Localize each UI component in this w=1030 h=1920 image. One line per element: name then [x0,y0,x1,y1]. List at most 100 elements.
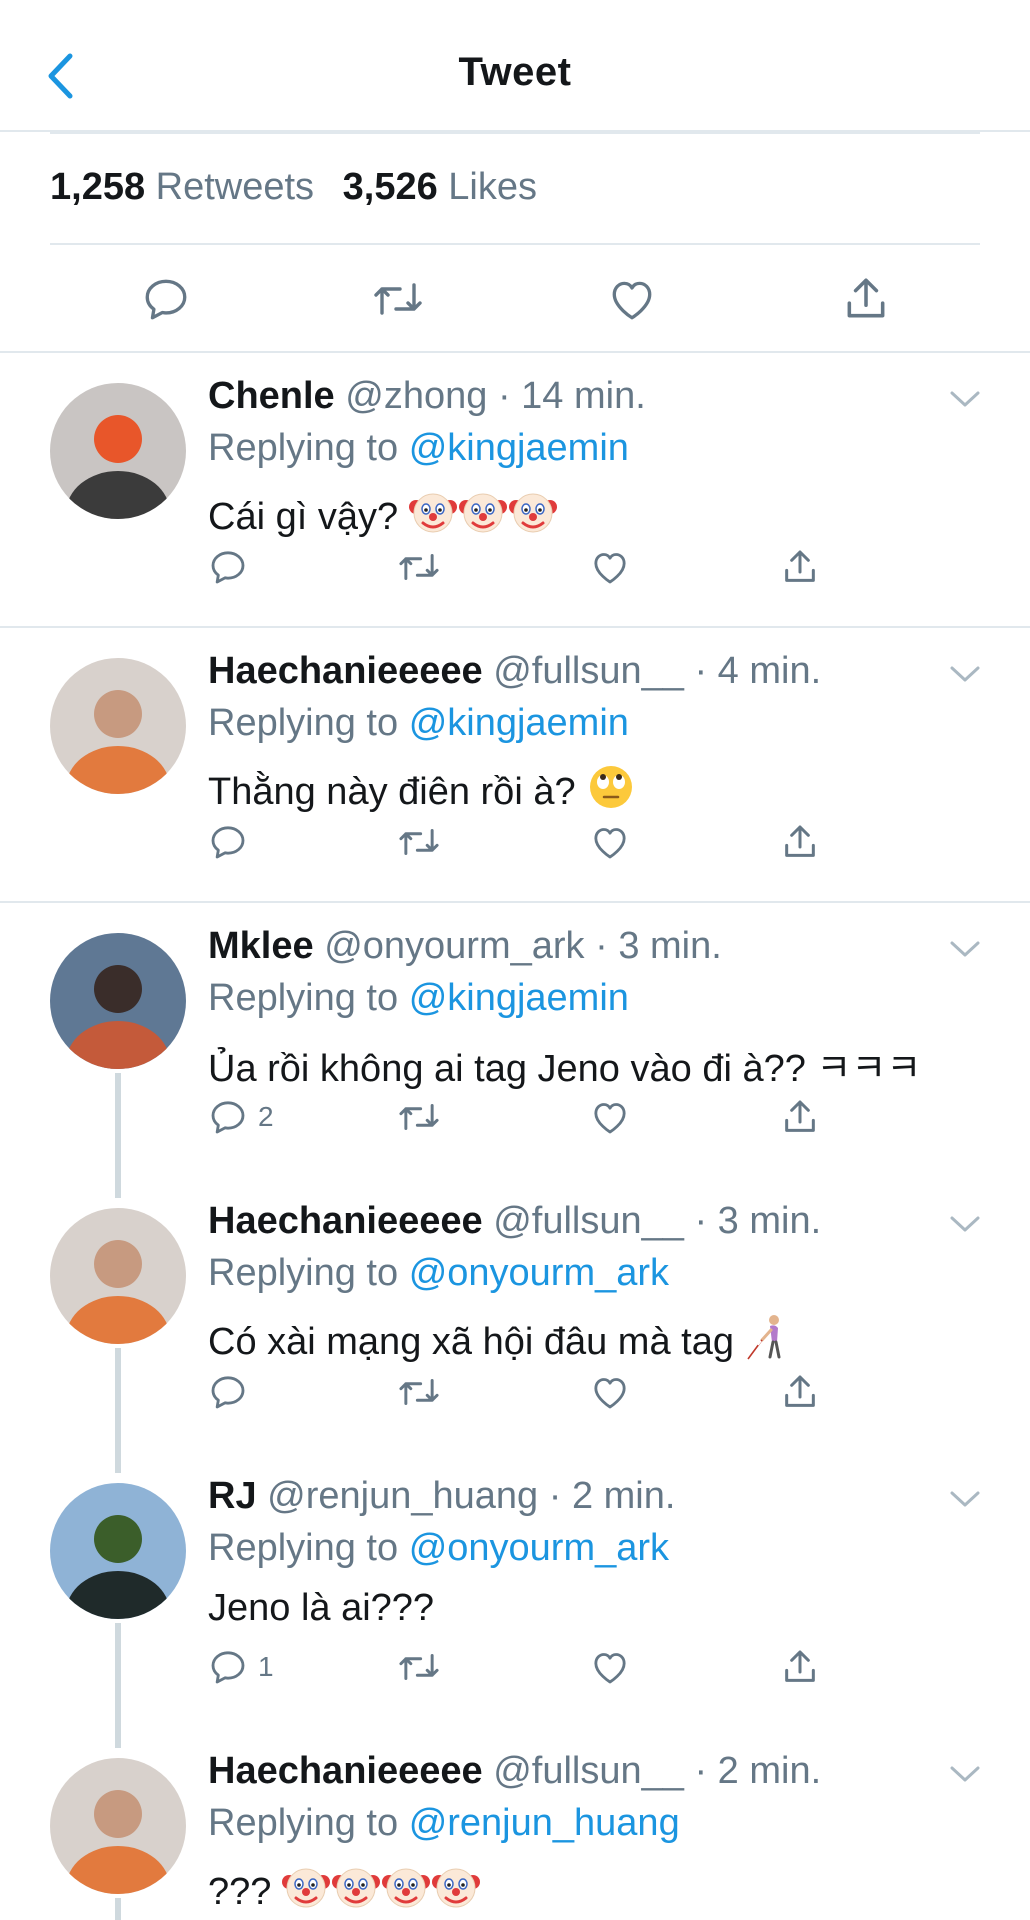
reply-item[interactable]: Mklee @onyourm_ark · 3 min. Replying to … [0,903,1030,1178]
user-handle[interactable]: @zhong [345,375,487,417]
reply-actions [208,1368,848,1416]
reply-button[interactable] [208,1368,248,1416]
retweet-button[interactable] [396,1368,442,1416]
reply-header: RJ @renjun_huang · 2 min. [208,1475,675,1518]
retweet-button[interactable] [396,1643,442,1691]
likes-count[interactable]: 3,526 [343,166,438,208]
user-name[interactable]: Chenle [208,375,335,417]
retweet-icon [374,283,422,315]
retweet-icon [399,1379,439,1405]
user-handle[interactable]: @fullsun__ [493,1200,684,1242]
replying-to-label: Replying to [208,1252,399,1294]
like-button[interactable] [590,543,630,591]
avatar[interactable] [50,658,186,794]
reply-header: Haechanieeeee @fullsun__ · 3 min. [208,1200,821,1243]
emoji-group [281,1862,481,1920]
clown-face-emoji [459,493,508,533]
like-button[interactable] [590,1643,630,1691]
reply-count: 1 [258,1651,274,1682]
share-button[interactable] [780,818,820,866]
clown-face-emoji [432,1868,481,1908]
reply-button[interactable] [208,818,248,866]
emoji-group [408,487,558,547]
user-name[interactable]: Haechanieeeee [208,1750,483,1792]
heart-icon [612,281,652,320]
reply-item[interactable]: Haechanieeeee @fullsun__ · 3 min. Replyi… [0,1178,1030,1453]
user-name[interactable]: Mklee [208,925,314,967]
avatar[interactable] [50,1208,186,1344]
retweets-count[interactable]: 1,258 [50,166,145,208]
share-button[interactable] [780,1093,820,1141]
retweet-button[interactable] [396,1093,442,1141]
user-handle[interactable]: @onyourm_ark [324,925,584,967]
share-icon [785,825,815,857]
user-handle[interactable]: @fullsun__ [493,650,684,692]
mention-link[interactable]: @renjun_huang [409,1802,680,1844]
heart-icon [594,1378,626,1409]
reply-button[interactable] [208,543,248,591]
more-options-button[interactable] [948,1487,982,1511]
reply-icon [211,1651,245,1684]
mention-link[interactable]: @kingjaemin [409,977,629,1019]
share-icon [785,1650,815,1682]
retweet-button[interactable] [396,818,442,866]
reply-button[interactable]: 1 [208,1643,274,1691]
heart-icon [594,828,626,859]
avatar[interactable] [50,933,186,1069]
more-options-button[interactable] [948,937,982,961]
reply-item[interactable]: Haechanieeeee @fullsun__ · 4 min. Replyi… [0,628,1030,903]
more-options-button[interactable] [948,1212,982,1236]
user-name[interactable]: Haechanieeeee [208,650,483,692]
reply-text: Jeno là ai??? [208,1587,444,1630]
timestamp: 3 min. [618,925,722,967]
more-options-button[interactable] [948,1762,982,1786]
retweet-icon [399,1654,439,1680]
reply-header: Haechanieeeee @fullsun__ · 2 min. [208,1750,821,1793]
share-button[interactable] [780,1643,820,1691]
page-title: Tweet [458,50,572,94]
likes-label[interactable]: Likes [448,166,537,208]
reply-icon [211,551,245,584]
user-name[interactable]: RJ [208,1475,257,1517]
reply-text-content: Thằng này điên rồi à? [208,770,576,813]
avatar[interactable] [50,383,186,519]
reply-item[interactable]: RJ @renjun_huang · 2 min. Replying to @o… [0,1453,1030,1728]
separator-dot: · [694,1750,708,1792]
thread-line [115,1898,121,1920]
chevron-down-icon [950,1766,980,1782]
user-name[interactable]: Haechanieeeee [208,1200,483,1242]
like-button[interactable] [590,1093,630,1141]
chevron-down-icon [950,391,980,407]
avatar[interactable] [50,1758,186,1894]
like-button[interactable] [590,1368,630,1416]
mention-link[interactable]: @kingjaemin [409,427,629,469]
reply-item[interactable]: Chenle @zhong · 14 min. Replying to @kin… [0,353,1030,628]
retweet-button[interactable] [396,543,442,591]
user-handle[interactable]: @renjun_huang [267,1475,538,1517]
share-button[interactable] [780,543,820,591]
reply-actions [208,543,848,591]
avatar[interactable] [50,1483,186,1619]
mention-link[interactable]: @onyourm_ark [409,1252,669,1294]
reply-icon [211,1376,245,1409]
mention-link[interactable]: @onyourm_ark [409,1527,669,1569]
retweet-button[interactable] [370,271,426,327]
thread-line [115,1348,121,1473]
user-handle[interactable]: @fullsun__ [493,1750,684,1792]
separator-dot: · [497,375,511,417]
reply-button[interactable] [138,271,194,327]
replying-to-label: Replying to [208,427,399,469]
timestamp: 2 min. [571,1475,676,1517]
share-button[interactable] [838,271,894,327]
more-options-button[interactable] [948,662,982,686]
like-button[interactable] [604,271,660,327]
reply-button[interactable]: 2 [208,1093,274,1141]
share-button[interactable] [780,1368,820,1416]
like-button[interactable] [590,818,630,866]
retweets-label[interactable]: Retweets [156,166,314,208]
more-options-button[interactable] [948,387,982,411]
mention-link[interactable]: @kingjaemin [409,702,629,744]
share-icon [785,550,815,582]
reply-item[interactable]: Haechanieeeee @fullsun__ · 2 min. Replyi… [0,1728,1030,1920]
person-with-cane-emoji [747,1315,781,1360]
